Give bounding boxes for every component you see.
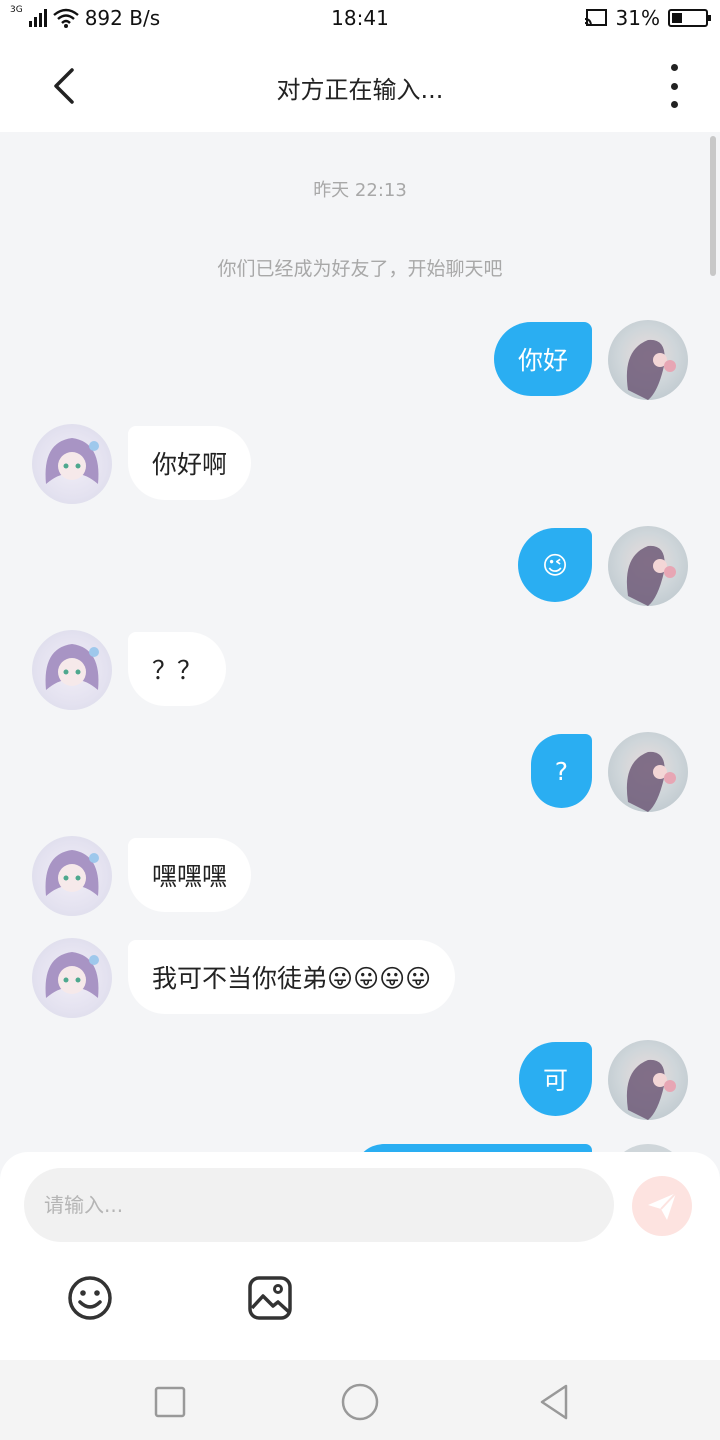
smiley-icon [68, 1276, 112, 1320]
message-bubble-received[interactable]: 你好啊 [128, 426, 252, 500]
chat-header: 对方正在输入... [0, 40, 720, 132]
my-avatar[interactable] [608, 320, 688, 400]
cast-icon [584, 9, 607, 27]
circle-icon [341, 1383, 379, 1421]
message-bubble-sent[interactable]: 你好 [493, 322, 592, 396]
more-dot [670, 101, 678, 108]
system-nav-bar [0, 1360, 720, 1440]
square-icon [154, 1386, 186, 1418]
back-nav-button[interactable] [534, 1382, 574, 1422]
my-avatar-partial[interactable] [608, 1144, 688, 1152]
contact-avatar[interactable] [32, 630, 112, 710]
paper-plane-icon [648, 1192, 677, 1220]
message-bubble-partial[interactable] [354, 1144, 592, 1152]
image-icon [248, 1276, 292, 1320]
message-bubble-received[interactable]: ？？ [128, 632, 227, 706]
chat-timestamp: 昨天 22:13 [313, 180, 407, 201]
message-bubble-sent[interactable]: 😉 [517, 528, 592, 602]
message-bubble-sent[interactable]: ? [530, 734, 592, 808]
chat-area[interactable]: 昨天 22:13 你们已经成为好友了，开始聊天吧 你好 你好啊 😉 ？？ ? 嘿… [0, 132, 720, 1152]
more-dot [670, 82, 678, 90]
image-button[interactable] [246, 1274, 294, 1322]
my-avatar[interactable] [608, 526, 688, 606]
emoji-button[interactable] [66, 1274, 114, 1322]
battery-fill [672, 13, 682, 23]
more-button[interactable] [658, 64, 690, 108]
contact-avatar[interactable] [32, 938, 112, 1018]
battery-icon [668, 9, 711, 27]
home-button[interactable] [340, 1382, 380, 1422]
my-avatar[interactable] [608, 732, 688, 812]
system-message: 你们已经成为好友了，开始聊天吧 [217, 258, 503, 280]
contact-avatar[interactable] [32, 424, 112, 504]
recents-button[interactable] [150, 1382, 190, 1422]
triangle-back-icon [540, 1384, 568, 1420]
message-bubble-received[interactable]: 嘿嘿嘿 [128, 838, 252, 912]
message-bubble-sent[interactable]: 可 [518, 1042, 592, 1116]
battery-percent: 31% [615, 6, 660, 30]
message-input[interactable] [24, 1168, 614, 1242]
my-avatar[interactable] [608, 1040, 688, 1120]
status-right: 31% [584, 6, 711, 30]
composer-panel [0, 1152, 720, 1360]
message-bubble-received[interactable]: 我可不当你徒弟😛😛😛😛 [128, 940, 456, 1014]
more-vertical-icon [670, 64, 678, 71]
contact-avatar[interactable] [32, 836, 112, 916]
page-title: 对方正在输入... [276, 76, 444, 104]
status-bar: 3G 892 B/s 18:41 31% [0, 0, 720, 40]
send-button[interactable] [632, 1176, 692, 1236]
